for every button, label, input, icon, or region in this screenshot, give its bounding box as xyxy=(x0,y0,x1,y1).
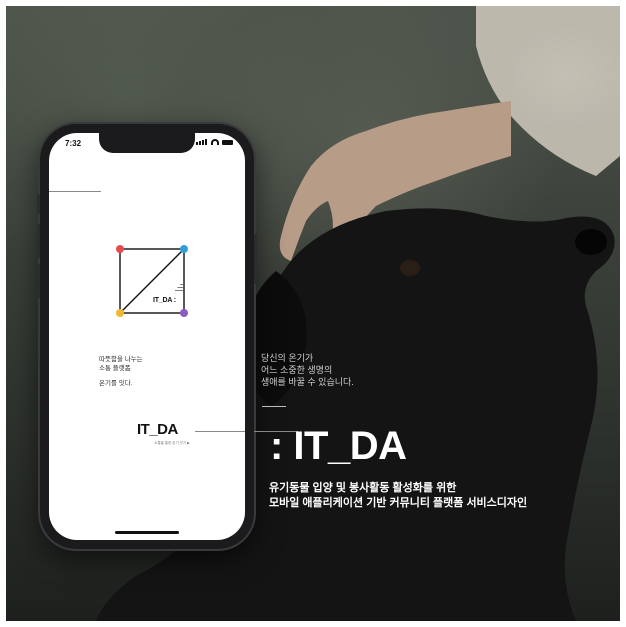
connect-text: 온기를 잇다. xyxy=(99,380,133,387)
phone-mockup: 7:32 ▬▬ ▬▬▬ ▬▬▬▬ IT_DA : 따뜻함을 나누는 소통 플랫폼… xyxy=(37,124,257,549)
battery-icon xyxy=(222,139,233,145)
divider-line xyxy=(49,191,101,192)
tagline-line: 어느 소중한 생명의 xyxy=(261,365,333,375)
logo-dot-red xyxy=(116,245,124,253)
phone-button xyxy=(254,234,257,284)
logo-mark xyxy=(116,245,188,317)
intro-line: 소통 플랫폼 xyxy=(99,365,131,372)
phone-button xyxy=(37,224,40,258)
tagline: 당신의 온기가 어느 소중한 생명의 생애를 바꿀 수 있습니다. xyxy=(261,352,354,388)
tagline-line: 생애를 바꿀 수 있습니다. xyxy=(261,377,354,387)
logo-dot-blue xyxy=(180,245,188,253)
intro-line: 따뜻함을 나누는 xyxy=(99,356,143,363)
phone-notch xyxy=(99,133,195,153)
phone-button xyxy=(37,264,40,298)
signal-icon xyxy=(196,139,208,145)
subtitle-line: 모바일 애플리케이션 기반 커뮤니티 플랫폼 서비스디자인 xyxy=(269,497,528,509)
logo-dot-purple xyxy=(180,309,188,317)
screen-brand: IT_DA xyxy=(137,421,178,438)
logo-fine-print: ▬▬ ▬▬▬ ▬▬▬▬ xyxy=(175,283,185,292)
phone-button xyxy=(37,194,40,214)
dog-eye xyxy=(400,260,420,276)
intro-text: 따뜻함을 나누는 소통 플랫폼 xyxy=(99,355,143,373)
poster-subtitle: 유기동물 입양 및 봉사활동 활성화를 위한 모바일 애플리케이션 기반 커뮤니… xyxy=(269,481,527,511)
subtitle-line: 유기동물 입양 및 봉사활동 활성화를 위한 xyxy=(269,482,457,494)
home-indicator xyxy=(115,531,179,534)
brand-subtext[interactable]: 소통을 통한 온기 잇기 ▶ xyxy=(137,441,207,446)
brand-divider xyxy=(195,431,245,432)
phone-screen: 7:32 ▬▬ ▬▬▬ ▬▬▬▬ IT_DA : 따뜻함을 나누는 소통 플랫폼… xyxy=(49,133,245,540)
poster-title: : IT_DA xyxy=(270,424,407,468)
logo-dot-yellow xyxy=(116,309,124,317)
status-time: 7:32 xyxy=(65,139,82,148)
logo-wordmark: IT_DA : xyxy=(153,297,176,304)
status-icons xyxy=(196,139,233,145)
tagline-divider xyxy=(262,406,286,407)
poster-background: 7:32 ▬▬ ▬▬▬ ▬▬▬▬ IT_DA : 따뜻함을 나누는 소통 플랫폼… xyxy=(6,6,620,621)
wifi-icon xyxy=(211,139,219,145)
dog-nose xyxy=(575,229,607,255)
tagline-line: 당신의 온기가 xyxy=(261,353,314,363)
